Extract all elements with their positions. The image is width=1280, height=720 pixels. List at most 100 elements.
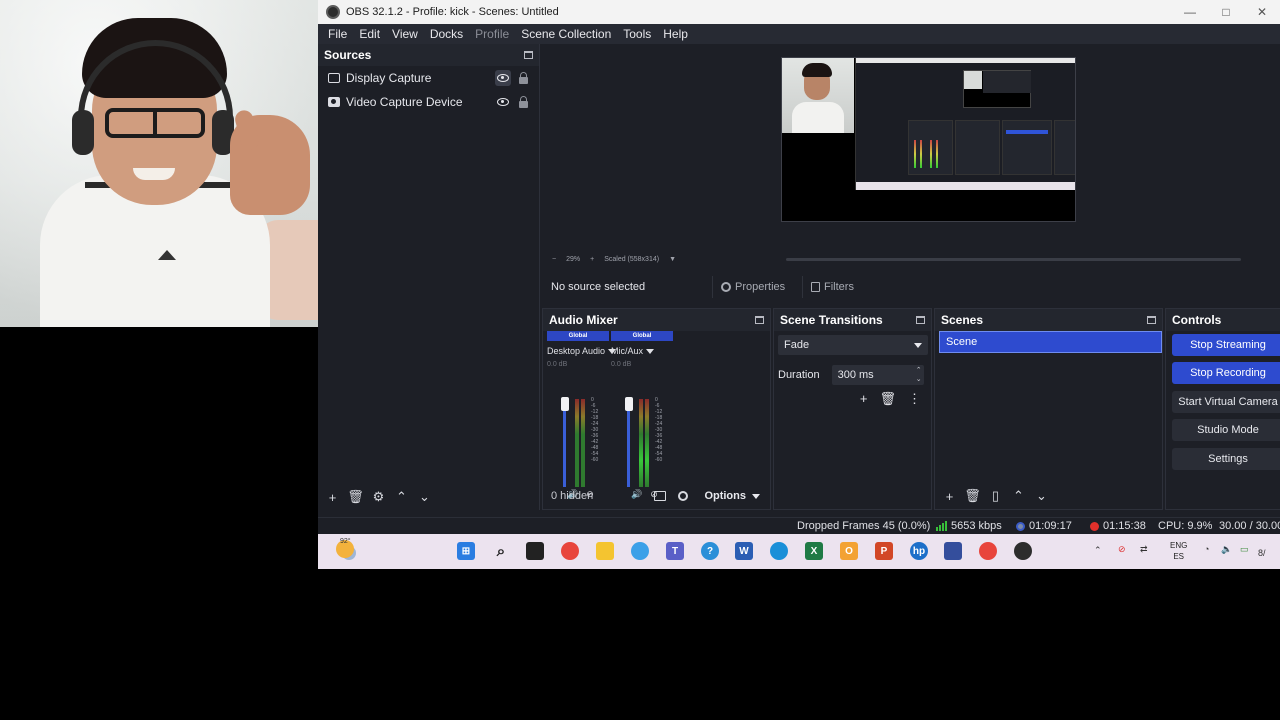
stream-time: 01:09:17 xyxy=(1016,520,1072,532)
help-icon[interactable]: ? xyxy=(701,542,719,560)
channel-name: Desktop Audio xyxy=(547,346,606,356)
undock-icon[interactable] xyxy=(916,316,925,324)
menu-tools[interactable]: Tools xyxy=(617,27,657,41)
minimize-button[interactable]: — xyxy=(1172,0,1208,24)
battery-icon[interactable]: ▭ xyxy=(1240,544,1249,555)
status-bar: Dropped Frames 45 (0.0%) 5653 kbps 01:09… xyxy=(318,517,1280,534)
search-icon[interactable]: ⌕ xyxy=(492,542,510,560)
duration-input[interactable]: 300 ms ⌃ ⌄ xyxy=(831,365,924,385)
volume-slider[interactable] xyxy=(627,399,630,487)
obs-logo-icon xyxy=(326,5,340,19)
level-meter xyxy=(575,399,579,487)
move-up-button[interactable]: ⌃ xyxy=(393,489,410,506)
scale-mode[interactable]: Scaled (558x314) xyxy=(604,256,659,263)
source-item-display-capture[interactable]: Display Capture xyxy=(318,66,539,90)
studio-mode-button[interactable]: Studio Mode xyxy=(1172,419,1280,441)
scene-down-button[interactable]: ⌄ xyxy=(1033,488,1050,505)
visibility-toggle[interactable] xyxy=(495,70,511,86)
teams-icon[interactable]: T xyxy=(666,542,684,560)
source-label: Display Capture xyxy=(346,71,432,85)
start-icon[interactable]: ⊞ xyxy=(457,542,475,560)
add-scene-button[interactable]: + xyxy=(941,488,958,505)
remove-source-button[interactable]: 🗑 xyxy=(347,489,364,506)
menu-file[interactable]: File xyxy=(322,27,353,41)
scene-up-button[interactable]: ⌃ xyxy=(1010,488,1027,505)
preview-canvas[interactable] xyxy=(781,57,1076,222)
remove-scene-button[interactable]: 🗑 xyxy=(964,488,981,505)
powerpoint-icon[interactable]: P xyxy=(875,542,893,560)
window-title: OBS 32.1.2 - Profile: kick - Scenes: Unt… xyxy=(346,6,559,18)
source-properties-button[interactable]: ⚙ xyxy=(370,489,387,506)
word-icon[interactable]: W xyxy=(735,542,753,560)
menu-help[interactable]: Help xyxy=(657,27,694,41)
menu-profile[interactable]: Profile xyxy=(469,27,515,41)
preview-scrollbar[interactable] xyxy=(786,258,1241,261)
speaker-icon[interactable]: 🔈 xyxy=(1221,544,1232,555)
move-down-button[interactable]: ⌄ xyxy=(416,489,433,506)
zoom-in-button[interactable]: + xyxy=(590,256,594,263)
scene-filters-button[interactable]: ▯ xyxy=(987,488,1004,505)
hp-icon[interactable]: hp xyxy=(910,542,928,560)
zoom-out-button[interactable]: − xyxy=(552,256,556,263)
lock-toggle[interactable] xyxy=(515,70,531,86)
menu-view[interactable]: View xyxy=(386,27,424,41)
undock-icon[interactable] xyxy=(1147,316,1156,324)
channel-name-dropdown[interactable]: Mic/Aux xyxy=(611,346,673,356)
layout-icon[interactable] xyxy=(654,491,667,501)
level-meter xyxy=(581,399,585,487)
wifi-icon[interactable]: ◔ xyxy=(1204,544,1209,554)
undock-icon[interactable] xyxy=(755,316,764,324)
tray-app-icon[interactable]: ⊘ xyxy=(1118,544,1126,555)
gear-icon[interactable] xyxy=(678,491,689,501)
volume-slider-handle[interactable] xyxy=(625,397,633,411)
clock-fragment[interactable]: 8/ xyxy=(1258,548,1266,558)
add-source-button[interactable]: + xyxy=(324,489,341,506)
filters-button[interactable]: Filters xyxy=(802,276,862,298)
transition-select[interactable]: Fade xyxy=(778,335,928,355)
preview-area[interactable] xyxy=(546,44,1280,264)
remove-transition-button[interactable]: 🗑 xyxy=(879,391,896,407)
office-icon[interactable]: O xyxy=(840,542,858,560)
maximize-button[interactable]: □ xyxy=(1208,0,1244,24)
properties-button[interactable]: Properties xyxy=(712,276,793,298)
scene-item[interactable]: Scene xyxy=(939,331,1162,353)
transition-value: Fade xyxy=(784,339,810,351)
sources-header: Sources xyxy=(318,44,539,66)
source-item-video-capture[interactable]: Video Capture Device xyxy=(318,90,539,114)
language-indicator[interactable]: ENG ES xyxy=(1170,540,1187,562)
start-virtual-camera-button[interactable]: Start Virtual Camera xyxy=(1172,391,1280,413)
duration-spinner[interactable]: ⌃ ⌄ xyxy=(916,366,922,384)
menu-docks[interactable]: Docks xyxy=(424,27,469,41)
lock-toggle[interactable] xyxy=(515,94,531,110)
close-button[interactable]: ✕ xyxy=(1244,0,1280,24)
chevron-down-icon xyxy=(752,493,760,499)
transitions-title: Scene Transitions xyxy=(780,313,883,327)
chrome-profile-icon[interactable] xyxy=(979,542,997,560)
excel-icon[interactable]: X xyxy=(805,542,823,560)
chrome-icon[interactable] xyxy=(561,542,579,560)
record-time-value: 01:15:38 xyxy=(1103,520,1146,532)
transition-more-button[interactable]: ⋮ xyxy=(908,391,921,407)
volume-slider-handle[interactable] xyxy=(561,397,569,411)
app-icon[interactable] xyxy=(944,542,962,560)
undock-icon[interactable] xyxy=(524,51,533,59)
add-transition-button[interactable]: + xyxy=(860,391,868,407)
copilot-icon[interactable] xyxy=(631,542,649,560)
visibility-toggle[interactable] xyxy=(495,94,511,110)
hidden-count[interactable]: 0 hidden xyxy=(551,490,593,502)
menu-edit[interactable]: Edit xyxy=(353,27,386,41)
volume-slider[interactable] xyxy=(563,399,566,487)
edge-icon[interactable] xyxy=(770,542,788,560)
channel-name-dropdown[interactable]: Desktop Audio xyxy=(547,346,617,356)
stop-recording-button[interactable]: Stop Recording xyxy=(1172,362,1280,384)
obs-taskbar-icon[interactable] xyxy=(1014,542,1032,560)
menu-scene-collection[interactable]: Scene Collection xyxy=(515,27,617,41)
scale-dropdown-icon[interactable]: ▼ xyxy=(669,256,676,263)
settings-button[interactable]: Settings xyxy=(1172,448,1280,470)
task-view-icon[interactable] xyxy=(526,542,544,560)
tray-network-icon[interactable]: ⇄ xyxy=(1140,544,1148,555)
tray-chevron-icon[interactable]: ⌃ xyxy=(1094,545,1102,556)
stop-streaming-button[interactable]: Stop Streaming xyxy=(1172,334,1280,356)
mixer-options-button[interactable]: Options xyxy=(704,490,760,502)
folder-icon[interactable] xyxy=(596,542,614,560)
